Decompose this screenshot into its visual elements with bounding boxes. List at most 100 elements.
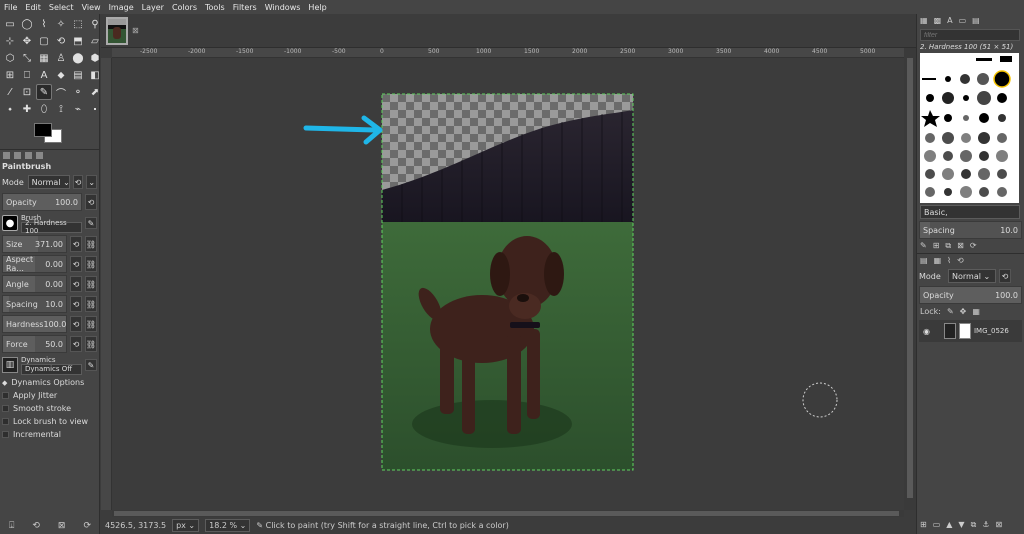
brushes-tab-icon[interactable]: ▦ — [920, 16, 928, 25]
left-ruler[interactable] — [101, 58, 112, 510]
tool-button-28[interactable]: ⚬ — [70, 84, 86, 100]
restore-options-icon[interactable]: ⟲ — [32, 521, 40, 531]
tool-button-20[interactable]: A — [36, 67, 52, 83]
delete-options-icon[interactable]: ⊠ — [58, 521, 66, 531]
device-status-tab-icon[interactable] — [14, 152, 21, 159]
hardness-slider[interactable]: Hardness 100.0 — [2, 315, 67, 333]
unit-select[interactable]: px ⌄ — [172, 519, 200, 532]
tool-button-21[interactable]: ⬥ — [53, 67, 69, 83]
reset-spacing-icon[interactable]: ⟲ — [70, 296, 82, 312]
vertical-scrollbar[interactable] — [904, 48, 916, 510]
mode-select[interactable]: Normal ⌄ — [27, 175, 70, 189]
reset-aspect-icon[interactable]: ⟲ — [70, 256, 82, 272]
tool-button-13[interactable]: ⤡ — [19, 50, 35, 66]
horizontal-scrollbar[interactable] — [112, 510, 904, 517]
tool-button-22[interactable]: ▤ — [70, 67, 86, 83]
tool-button-16[interactable]: ⬤ — [70, 50, 86, 66]
tool-button-12[interactable]: ⬡ — [2, 50, 18, 66]
tool-button-19[interactable]: ⎕ — [19, 67, 35, 83]
undo-history-tab-icon[interactable] — [25, 152, 32, 159]
link-size-icon[interactable]: ⛓ — [85, 236, 97, 252]
menu-windows[interactable]: Windows — [261, 3, 305, 12]
menu-colors[interactable]: Colors — [168, 3, 201, 12]
tool-button-24[interactable]: ⁄ — [2, 84, 18, 100]
tool-button-2[interactable]: ⌇ — [36, 16, 52, 32]
tool-button-14[interactable]: ▦ — [36, 50, 52, 66]
link-force-icon[interactable]: ⛓ — [85, 336, 97, 352]
smooth-stroke-checkbox[interactable]: Smooth stroke — [0, 402, 99, 415]
reset-force-icon[interactable]: ⟲ — [70, 336, 82, 352]
paths-tab-icon[interactable]: ⌇ — [947, 256, 951, 265]
delete-layer-icon[interactable]: ⊠ — [995, 520, 1002, 530]
size-slider[interactable]: Size 371.00 — [2, 235, 67, 253]
tool-options-tab-icon[interactable] — [3, 152, 10, 159]
reset-angle-icon[interactable]: ⟲ — [70, 276, 82, 292]
tool-button-27[interactable]: ⌒ — [53, 84, 69, 100]
tool-button-34[interactable]: ⌁ — [70, 101, 86, 117]
foreground-color-swatch[interactable] — [34, 123, 52, 137]
menu-select[interactable]: Select — [45, 3, 78, 12]
edit-dynamics-icon[interactable]: ✎ — [85, 359, 97, 371]
lock-pixels-icon[interactable]: ✎ — [947, 307, 954, 316]
menu-view[interactable]: View — [78, 3, 105, 12]
delete-brush-icon[interactable]: ⊠ — [957, 241, 964, 251]
dynamics-select[interactable]: Dynamics Off — [21, 363, 82, 375]
raise-layer-icon[interactable]: ▲ — [946, 520, 952, 530]
menu-tools[interactable]: Tools — [201, 3, 229, 12]
menu-image[interactable]: Image — [105, 3, 138, 12]
top-ruler[interactable]: -2500 -2000 -1500 -1000 -500 0 500 1000 1500 2000… — [112, 48, 923, 58]
menu-layer[interactable]: Layer — [138, 3, 168, 12]
lock-brush-checkbox[interactable]: Lock brush to view — [0, 415, 99, 428]
eye-icon[interactable]: ◉ — [923, 327, 930, 336]
lower-layer-icon[interactable]: ▼ — [958, 520, 964, 530]
tool-button-10[interactable]: ⬒ — [70, 33, 86, 49]
link-hardness-icon[interactable]: ⛓ — [85, 316, 97, 332]
tool-button-32[interactable]: ⬯ — [36, 101, 52, 117]
channels-tab-icon[interactable]: ▦ — [934, 256, 942, 265]
tool-button-1[interactable]: ◯ — [19, 16, 35, 32]
angle-slider[interactable]: Angle 0.00 — [2, 275, 67, 293]
tool-button-18[interactable]: ⊞ — [2, 67, 18, 83]
tool-button-31[interactable]: ✚ — [19, 101, 35, 117]
reset-size-icon[interactable]: ⟲ — [70, 236, 82, 252]
brush-filter-input[interactable] — [920, 29, 1020, 41]
dynamics-options-expander[interactable]: ◆ Dynamics Options — [0, 376, 99, 389]
brush-spacing-slider[interactable]: Spacing 10.0 — [919, 221, 1022, 239]
tool-button-0[interactable]: ▭ — [2, 16, 18, 32]
save-options-icon[interactable]: ⍗ — [9, 521, 14, 531]
reset-options-icon[interactable]: ⟳ — [83, 521, 91, 531]
anchor-layer-icon[interactable]: ⚓ — [982, 520, 989, 530]
reset-mode-icon[interactable]: ⟲ — [72, 175, 84, 189]
aspect-slider[interactable]: Aspect Ra... 0.00 — [2, 255, 67, 273]
spacing-slider[interactable]: Spacing 10.0 — [2, 295, 67, 313]
tool-button-9[interactable]: ⟲ — [53, 33, 69, 49]
undo-tab-icon[interactable]: ⟲ — [957, 256, 964, 265]
images-tab-icon[interactable] — [36, 152, 43, 159]
edit-brush-action-icon[interactable]: ✎ — [920, 241, 927, 251]
image-canvas[interactable] — [112, 58, 904, 510]
layer-opacity-slider[interactable]: Opacity 100.0 — [919, 286, 1022, 304]
menu-filters[interactable]: Filters — [229, 3, 261, 12]
layer-mode-select[interactable]: Normal ⌄ — [948, 269, 996, 283]
link-aspect-icon[interactable]: ⛓ — [85, 256, 97, 272]
tool-button-6[interactable]: ⊹ — [2, 33, 18, 49]
close-image-icon[interactable]: ⊠ — [132, 26, 139, 35]
patterns-tab-icon[interactable]: ▩ — [934, 16, 942, 25]
layer-item[interactable]: ◉ IMG_0526 — [919, 320, 1022, 342]
tool-button-33[interactable]: ⟟ — [53, 101, 69, 117]
brush-preview-icon[interactable]: ● — [2, 215, 18, 231]
duplicate-layer-icon[interactable]: ⧉ — [971, 520, 977, 530]
tool-button-8[interactable]: ▢ — [36, 33, 52, 49]
tool-button-15[interactable]: ♙ — [53, 50, 69, 66]
gradients-tab-icon[interactable]: ▭ — [959, 16, 967, 25]
palette-tab-icon[interactable]: ▤ — [972, 16, 980, 25]
new-layer-icon[interactable]: ⊞ — [920, 520, 927, 530]
brush-select[interactable]: 2. Hardness 100 — [21, 219, 82, 235]
refresh-brushes-icon[interactable]: ⟳ — [970, 241, 977, 251]
image-tab-thumbnail[interactable] — [106, 17, 128, 45]
incremental-checkbox[interactable]: Incremental — [0, 428, 99, 441]
reset-opacity-icon[interactable]: ⟲ — [85, 194, 97, 210]
layers-tab-icon[interactable]: ▤ — [920, 256, 928, 265]
tool-button-25[interactable]: ⊡ — [19, 84, 35, 100]
brush-preset-select[interactable]: Basic, — [920, 205, 1020, 219]
